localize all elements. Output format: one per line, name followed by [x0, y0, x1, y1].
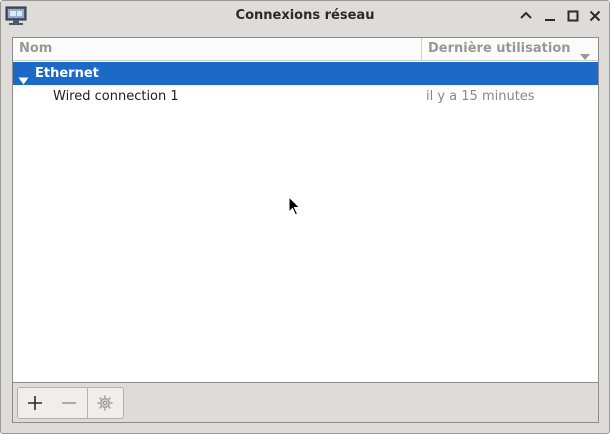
column-header-name[interactable]: Nom — [19, 41, 52, 56]
list-header: Nom Dernière utilisation — [13, 38, 598, 61]
remove-connection-button[interactable] — [52, 387, 88, 419]
title-bar[interactable]: Connexions réseau — [1, 1, 609, 31]
connection-name: Wired connection 1 — [53, 89, 179, 104]
add-connection-button[interactable] — [17, 387, 53, 419]
group-row-ethernet[interactable]: Ethernet — [13, 62, 598, 85]
chevron-up-icon[interactable] — [518, 8, 534, 24]
connection-last-used: il y a 15 minutes — [426, 89, 535, 104]
connections-list: Nom Dernière utilisation Ethernet Wired … — [12, 37, 599, 383]
minus-icon — [62, 402, 76, 404]
network-connections-window: Connexions réseau Nom Dernière utilisati… — [0, 0, 610, 434]
expander-down-icon[interactable] — [18, 70, 29, 85]
gear-icon — [97, 395, 113, 411]
column-header-last-used[interactable]: Dernière utilisation — [428, 41, 571, 56]
mouse-cursor-icon — [288, 196, 301, 216]
edit-connection-button[interactable] — [88, 387, 124, 419]
bottom-toolbar — [12, 383, 599, 423]
plus-icon — [28, 396, 42, 410]
sort-descending-icon — [579, 46, 591, 60]
group-label: Ethernet — [35, 66, 99, 81]
close-icon[interactable] — [587, 8, 603, 24]
minimize-icon[interactable] — [542, 8, 558, 24]
connection-row[interactable]: Wired connection 1 il y a 15 minutes — [13, 85, 598, 108]
column-separator[interactable] — [421, 38, 422, 61]
maximize-icon[interactable] — [565, 8, 581, 24]
